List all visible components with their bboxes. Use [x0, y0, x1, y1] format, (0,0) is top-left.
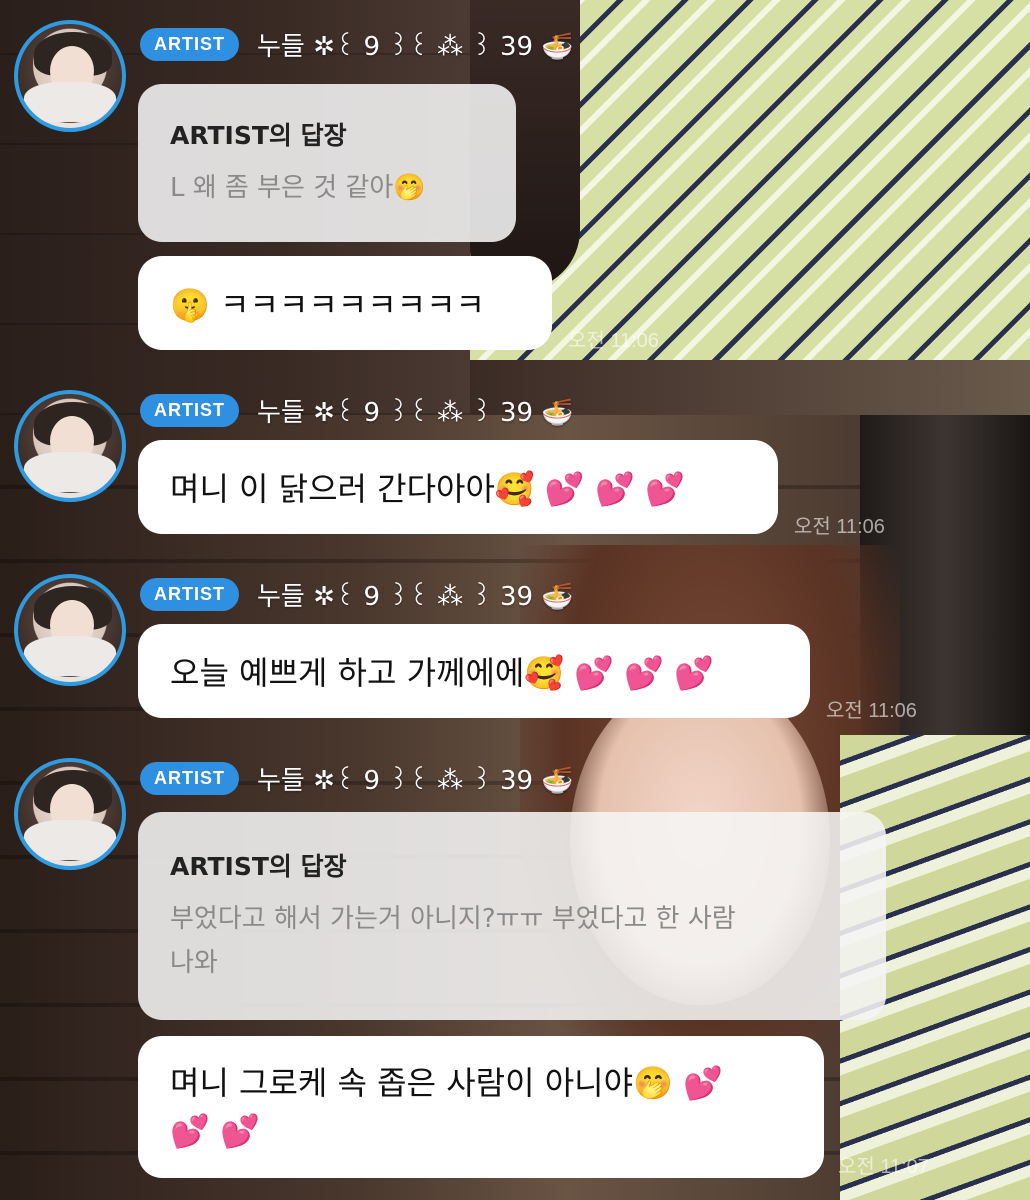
message-bubble[interactable]: 오늘 예쁘게 하고 가께에에🥰 💕 💕 💕	[138, 624, 810, 718]
reply-bubble[interactable]: ARTIST의 답장 부었다고 해서 가는거 아니지?ㅠㅠ 부었다고 한 사람 …	[138, 812, 886, 1020]
message-text: 며니 이 닭으러 간다아아🥰 💕 💕 💕	[170, 470, 685, 508]
sender-row: ARTIST 누들 ✲꒰ 9 ꒱꒰ ⁂ ꒱ 39 🍜	[140, 572, 574, 616]
avatar[interactable]	[14, 390, 126, 502]
message-text: 🤫 ㅋㅋㅋㅋㅋㅋㅋㅋㅋ	[170, 286, 485, 324]
reply-title: ARTIST의 답장	[170, 852, 347, 881]
message-text: 오늘 예쁘게 하고 가께에에🥰 💕 💕 💕	[170, 654, 715, 692]
message-bubble[interactable]: 🤫 ㅋㅋㅋㅋㅋㅋㅋㅋㅋ	[138, 256, 552, 350]
message-bubble[interactable]: 며니 그로케 속 좁은 사람이 아니야🤭 💕 💕 💕	[138, 1036, 824, 1178]
message-bubble[interactable]: 며니 이 닭으러 간다아아🥰 💕 💕 💕	[138, 440, 778, 534]
artist-badge: ARTIST	[140, 577, 239, 611]
avatar[interactable]	[14, 758, 126, 870]
sender-nickname: 누들 ✲꒰ 9 ꒱꒰ ⁂ ꒱ 39 🍜	[257, 31, 574, 62]
sender-nickname: 누들 ✲꒰ 9 ꒱꒰ ⁂ ꒱ 39 🍜	[257, 581, 574, 612]
reply-text: 나와	[170, 948, 218, 978]
reply-title: ARTIST의 답장	[170, 121, 347, 150]
artist-badge: ARTIST	[140, 761, 239, 795]
artist-badge: ARTIST	[140, 27, 239, 61]
message-text: 며니 그로케 속 좁은 사람이 아니야🤭 💕	[170, 1064, 723, 1102]
message-time: 오전 11:06	[568, 330, 659, 352]
sender-row: ARTIST 누들 ✲꒰ 9 ꒱꒰ ⁂ ꒱ 39 🍜	[140, 756, 574, 800]
message-text: 💕 💕	[170, 1112, 260, 1150]
message-time: 오전 11:06	[794, 516, 885, 538]
sender-nickname: 누들 ✲꒰ 9 ꒱꒰ ⁂ ꒱ 39 🍜	[257, 765, 574, 796]
reply-text: 부었다고 해서 가는거 아니지?ㅠㅠ 부었다고 한 사람	[170, 904, 736, 934]
sender-row: ARTIST 누들 ✲꒰ 9 ꒱꒰ ⁂ ꒱ 39 🍜	[140, 22, 574, 66]
message-time: 오전 11:07	[838, 1156, 929, 1178]
sender-row: ARTIST 누들 ✲꒰ 9 ꒱꒰ ⁂ ꒱ 39 🍜	[140, 388, 574, 432]
artist-badge: ARTIST	[140, 393, 239, 427]
message-time: 오전 11:06	[826, 700, 917, 722]
avatar[interactable]	[14, 574, 126, 686]
reply-text: L 왜 좀 부은 것 같아🤭	[170, 173, 426, 203]
avatar[interactable]	[14, 20, 126, 132]
sender-nickname: 누들 ✲꒰ 9 ꒱꒰ ⁂ ꒱ 39 🍜	[257, 397, 574, 428]
reply-bubble[interactable]: ARTIST의 답장 L 왜 좀 부은 것 같아🤭	[138, 84, 516, 242]
